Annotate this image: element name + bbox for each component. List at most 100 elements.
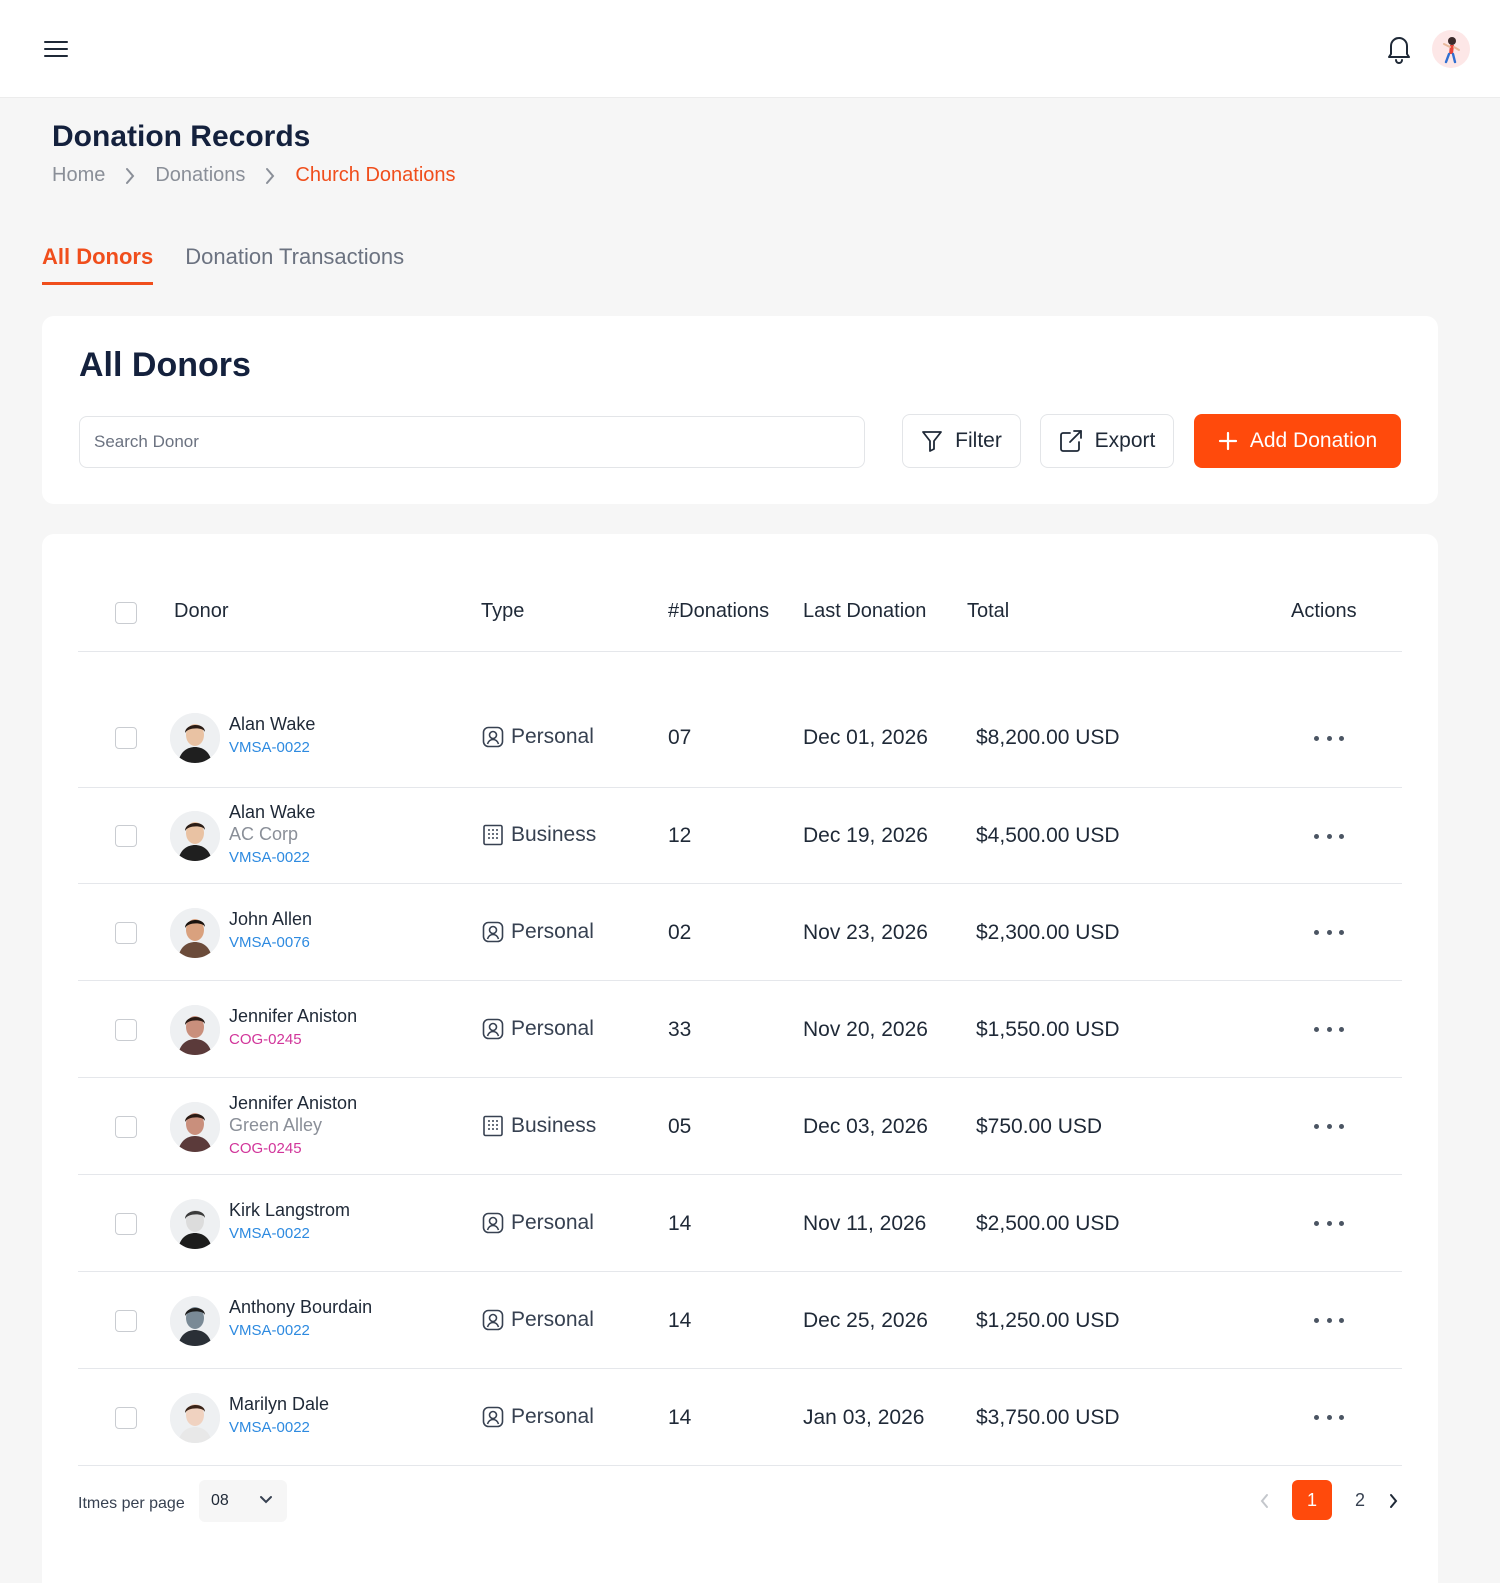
column-header-donations: #Donations [668, 600, 770, 622]
donation-total: $750.00 USD [976, 1114, 1103, 1138]
donation-total: $1,550.00 USD [976, 1017, 1120, 1041]
donation-total: $4,500.00 USD [976, 824, 1120, 847]
donor-id-link[interactable]: COG-0245 [229, 1136, 357, 1162]
donor-id-link[interactable]: COG-0245 [229, 1027, 357, 1053]
donor-name: John Allen [229, 908, 313, 929]
donor-avatar [170, 907, 220, 958]
add-donation-label: Add Donation [1249, 429, 1378, 452]
donor-id-link[interactable]: VMSA-0076 [229, 930, 312, 956]
chevron-right-icon[interactable] [1382, 1490, 1404, 1512]
donor-name: Marilyn Dale [229, 1393, 330, 1414]
donor-avatar [170, 1004, 220, 1055]
chevron-left-icon[interactable] [1254, 1490, 1276, 1512]
row-checkbox[interactable] [115, 727, 137, 749]
table-row: John Allen VMSA-0076 Personal 02 Nov 23,… [78, 884, 1402, 981]
column-header-total: Total [967, 600, 1010, 622]
page-button-2[interactable]: 2 [1340, 1480, 1380, 1520]
donation-count: 14 [668, 1308, 692, 1332]
donation-total: $2,300.00 USD [976, 920, 1120, 944]
donor-name: Alan Wake [229, 714, 316, 734]
row-checkbox[interactable] [115, 1115, 137, 1138]
more-actions-icon[interactable] [1314, 728, 1344, 748]
select-all-checkbox[interactable] [115, 602, 137, 624]
add-donation-button[interactable]: Add Donation [1194, 414, 1401, 468]
donor-id-link[interactable]: VMSA-0022 [229, 845, 315, 871]
column-header-donor: Donor [174, 600, 229, 622]
donation-count: 07 [668, 726, 692, 749]
table-row: Jennifer Aniston COG-0245 Personal 33 No… [78, 981, 1402, 1078]
filter-button[interactable]: Filter [902, 414, 1021, 468]
table-row: Kirk Langstrom VMSA-0022 Personal 14 Nov… [78, 1175, 1402, 1272]
donor-id-link[interactable]: VMSA-0022 [229, 735, 315, 761]
chevron-down-icon [260, 1496, 272, 1504]
donor-info: Marilyn Dale VMSA-0022 [229, 1393, 329, 1441]
tab-all-donors[interactable]: All Donors [42, 244, 154, 285]
donor-type: Personal [481, 725, 594, 749]
last-donation-date: Nov 23, 2026 [803, 920, 928, 944]
breadcrumb-church-donations[interactable]: Church Donations [295, 164, 455, 187]
page-button-1[interactable]: 1 [1292, 1480, 1332, 1520]
donor-organization: Green Alley [229, 1114, 323, 1135]
more-actions-icon[interactable] [1314, 1020, 1344, 1040]
search-input[interactable] [79, 416, 865, 468]
tab-bar: All Donors Donation Transactions [42, 244, 436, 285]
bell-icon[interactable] [1384, 32, 1414, 64]
user-avatar[interactable] [1432, 30, 1470, 68]
tab-donation-transactions[interactable]: Donation Transactions [185, 244, 404, 285]
person-icon [482, 1212, 504, 1233]
row-checkbox[interactable] [115, 1309, 137, 1332]
donor-info: Anthony Bourdain VMSA-0022 [229, 1296, 372, 1344]
donor-id-link[interactable]: VMSA-0022 [229, 1415, 329, 1441]
donor-organization: AC Corp [229, 824, 299, 844]
items-per-page-select[interactable]: 08 [199, 1480, 287, 1522]
donors-toolbar-card: All Donors Filter Export Add Donation [42, 316, 1438, 504]
more-actions-icon[interactable] [1314, 1311, 1344, 1331]
donation-count: 14 [668, 1405, 692, 1429]
breadcrumb-donations[interactable]: Donations [155, 164, 245, 187]
donor-info: Jennifer Aniston Green Alley COG-0245 [229, 1092, 357, 1162]
column-header-actions: Actions [1291, 600, 1357, 622]
row-checkbox[interactable] [115, 825, 137, 847]
donor-avatar [170, 811, 220, 861]
donor-avatar [170, 1392, 220, 1443]
section-title: All Donors [79, 346, 251, 384]
donors-table-card: Donor Type #Donations Last Donation Tota… [42, 534, 1438, 1583]
donor-type: Personal [481, 1017, 594, 1041]
more-actions-icon[interactable] [1314, 1117, 1344, 1137]
donor-type-label: Business [511, 1113, 597, 1137]
donation-count: 02 [668, 920, 692, 944]
filter-icon [922, 431, 943, 452]
breadcrumb-home[interactable]: Home [52, 164, 105, 187]
donor-type-label: Personal [511, 919, 594, 943]
row-checkbox[interactable] [115, 921, 137, 944]
row-checkbox[interactable] [115, 1406, 137, 1429]
donor-type: Personal [481, 1308, 594, 1332]
donor-id-link[interactable]: VMSA-0022 [229, 1318, 372, 1344]
donor-name: Jennifer Aniston [229, 1092, 358, 1113]
donation-total: $2,500.00 USD [976, 1211, 1120, 1235]
export-button[interactable]: Export [1040, 414, 1174, 468]
items-per-page-label: Itmes per page [78, 1495, 185, 1512]
row-checkbox[interactable] [115, 1212, 137, 1235]
breadcrumb: Home Donations Church Donations [52, 164, 456, 187]
plus-icon [1218, 431, 1237, 451]
row-checkbox[interactable] [115, 1018, 137, 1041]
export-label: Export [1094, 429, 1156, 452]
top-bar [0, 0, 1500, 98]
hamburger-menu-icon[interactable] [40, 36, 72, 62]
donor-type-label: Personal [511, 1307, 594, 1331]
person-icon [482, 1018, 504, 1039]
items-per-page-value: 08 [211, 1492, 229, 1509]
more-actions-icon[interactable] [1314, 826, 1344, 846]
donor-type-label: Personal [511, 1210, 594, 1234]
column-header-last-donation: Last Donation [803, 600, 927, 622]
last-donation-date: Nov 20, 2026 [803, 1017, 928, 1041]
more-actions-icon[interactable] [1314, 1214, 1344, 1234]
donor-id-link[interactable]: VMSA-0022 [229, 1221, 350, 1247]
last-donation-date: Dec 19, 2026 [803, 824, 928, 847]
more-actions-icon[interactable] [1314, 1408, 1344, 1428]
donor-type: Personal [481, 1211, 594, 1235]
more-actions-icon[interactable] [1314, 923, 1344, 943]
donor-type-label: Business [511, 823, 597, 846]
table-row: Alan Wake VMSA-0022 Personal 07 Dec 01, … [78, 688, 1402, 788]
